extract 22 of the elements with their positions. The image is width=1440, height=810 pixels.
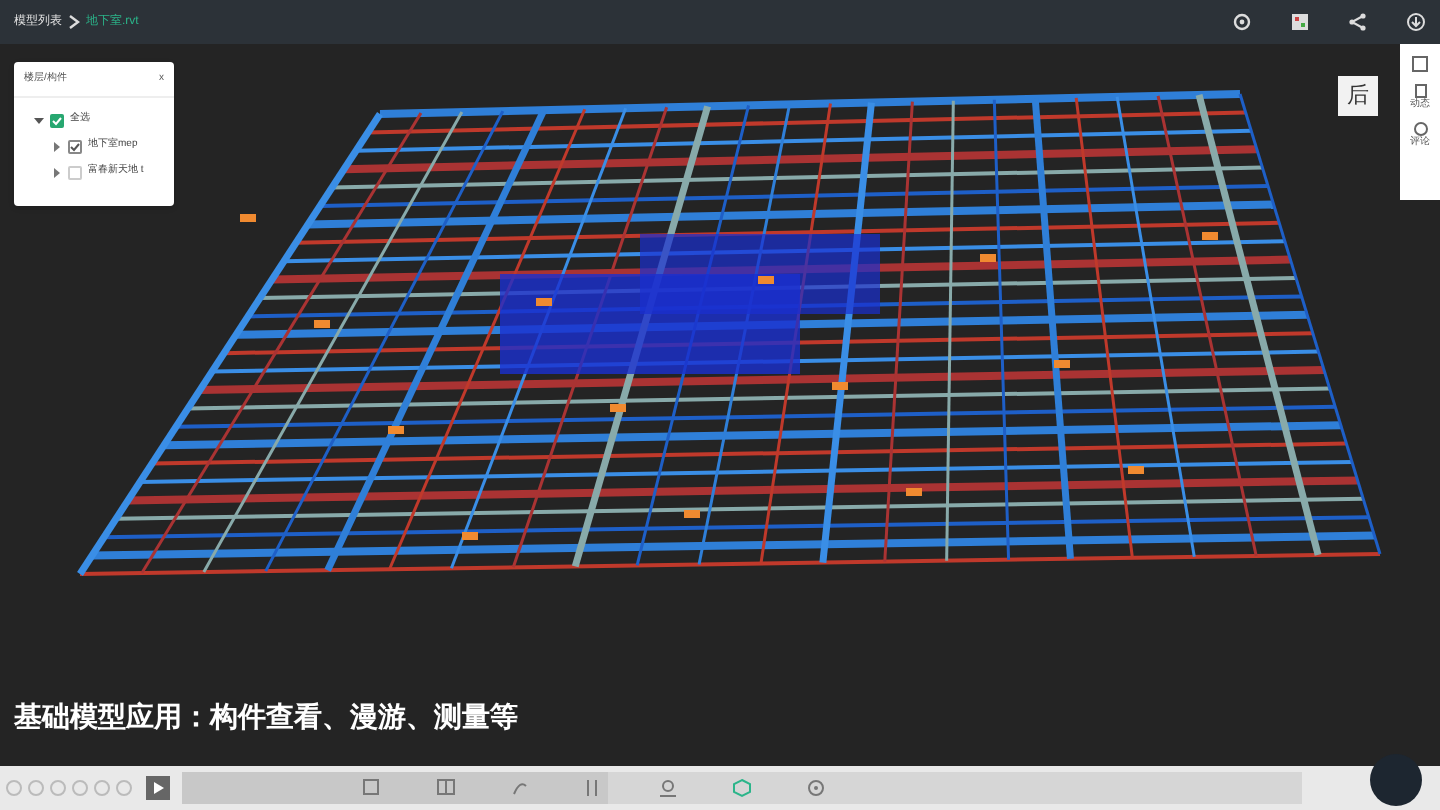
view-button[interactable]: 后 bbox=[1338, 76, 1378, 116]
download-icon[interactable] bbox=[1406, 12, 1426, 32]
curve-tool-icon[interactable] bbox=[510, 778, 530, 798]
caret-down-icon[interactable] bbox=[34, 115, 44, 125]
caret-right-icon[interactable] bbox=[52, 141, 62, 151]
marker-tool-icon[interactable] bbox=[658, 778, 678, 798]
cube-tool-icon[interactable] bbox=[732, 778, 752, 798]
video-caption: 基础模型应用：构件查看、漫游、测量等 bbox=[14, 698, 518, 736]
section-tool-icon[interactable] bbox=[436, 778, 456, 798]
play-button[interactable] bbox=[146, 776, 170, 800]
share-icon[interactable] bbox=[1348, 12, 1368, 32]
caret-right-icon[interactable] bbox=[52, 167, 62, 177]
document-icon bbox=[1413, 84, 1427, 98]
grid-icon[interactable] bbox=[1290, 12, 1310, 32]
eye-tool-icon[interactable] bbox=[806, 778, 826, 798]
play-icon bbox=[152, 782, 164, 794]
select-tool-icon[interactable] bbox=[362, 778, 382, 798]
chevron-icon bbox=[68, 14, 80, 30]
chat-icon bbox=[1413, 122, 1427, 136]
panel-toggle-button[interactable] bbox=[1412, 56, 1428, 72]
checkbox[interactable] bbox=[68, 139, 82, 153]
settings-icon[interactable] bbox=[1232, 12, 1252, 32]
